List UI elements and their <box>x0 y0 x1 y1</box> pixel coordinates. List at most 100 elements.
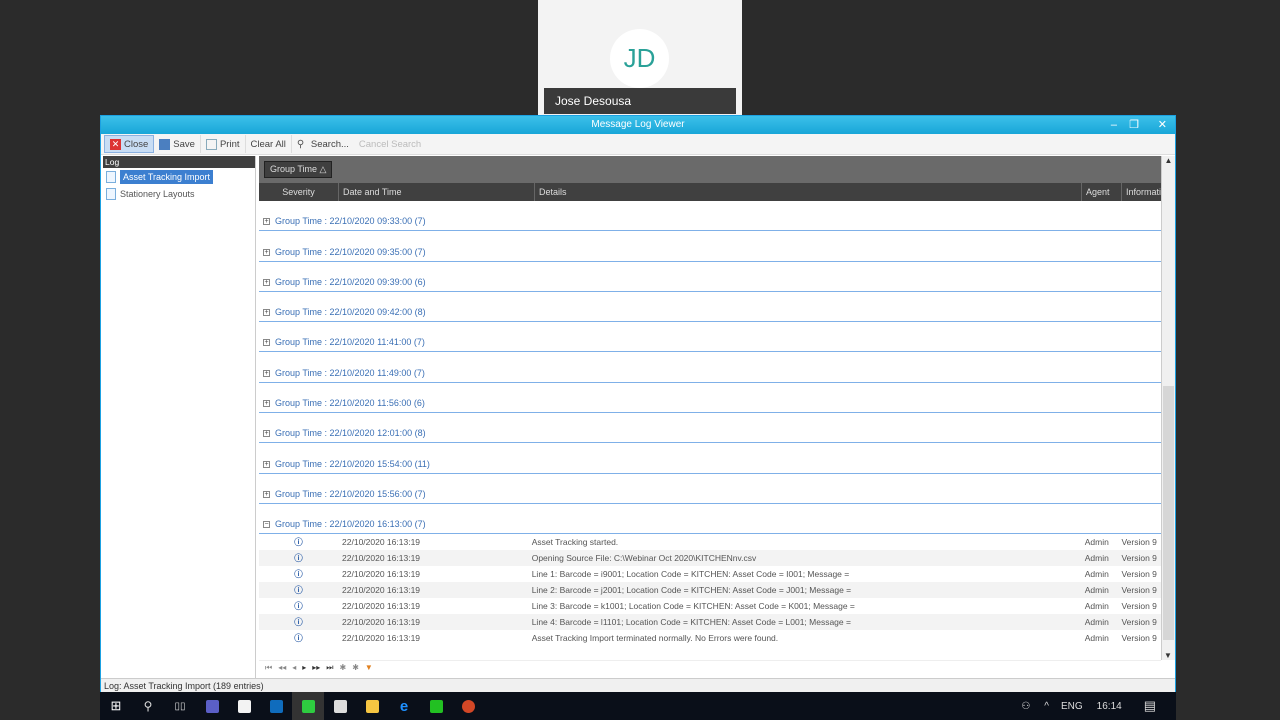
minimize-button[interactable]: – <box>1111 116 1117 134</box>
edge-icon[interactable]: e <box>388 692 420 720</box>
table-row[interactable]: ⓘ 22/10/2020 16:13:19 Asset Tracking start… <box>259 534 1161 550</box>
group-row-label: Group Time : 22/10/2020 09:39:00 (6) <box>275 276 426 287</box>
row-details: Line 2: Barcode = j2001; Location Code =… <box>531 585 852 596</box>
row-details: Asset Tracking started. <box>531 537 619 548</box>
table-row[interactable]: ⓘ 22/10/2020 16:13:19 Line 1: Barcode = i9… <box>259 566 1161 582</box>
search-button[interactable]: ⚲ Search... <box>292 135 354 153</box>
next-page-icon[interactable]: ▸▸ <box>312 663 320 672</box>
expand-icon[interactable]: + <box>263 218 270 226</box>
log-header: Log <box>103 156 255 168</box>
print-label: Print <box>219 138 240 150</box>
app-green-icon[interactable] <box>292 692 324 720</box>
filter-icon[interactable]: ▼ <box>365 663 373 672</box>
restore-button[interactable]: ❐ <box>1129 116 1139 134</box>
col-information[interactable]: Informati <box>1122 183 1161 201</box>
people-icon[interactable]: ⚇ <box>1021 701 1030 712</box>
group-row[interactable]: + Group Time : 22/10/2020 11:56:00 (6) <box>259 383 1161 414</box>
save-button[interactable]: Save <box>154 135 201 153</box>
taskbar: ⊞ ⚲ ▯▯ e ⚇ ^ ENG 16:14 ▤ <box>100 692 1176 720</box>
col-details[interactable]: Details <box>535 183 1082 201</box>
language-indicator[interactable]: ENG <box>1061 701 1083 712</box>
info-icon: ⓘ <box>294 633 303 644</box>
vertical-scrollbar[interactable]: ▲ ▼ <box>1161 156 1175 660</box>
row-info: Version 9 <box>1121 633 1157 644</box>
task-view-icon[interactable]: ▯▯ <box>164 692 196 720</box>
expand-icon[interactable]: + <box>263 490 270 498</box>
row-agent: Admin <box>1084 537 1109 548</box>
prev-page-icon[interactable]: ◂◂ <box>278 663 286 672</box>
group-row[interactable]: + Group Time : 22/10/2020 09:35:00 (7) <box>259 231 1161 262</box>
first-page-icon[interactable]: ⏮ <box>265 663 272 673</box>
scroll-down-icon[interactable]: ▼ <box>1162 651 1174 660</box>
col-date[interactable]: Date and Time <box>339 183 535 201</box>
col-agent[interactable]: Agent <box>1082 183 1122 201</box>
expand-icon[interactable]: + <box>263 460 270 468</box>
notifications-icon[interactable]: ▤ <box>1144 698 1156 714</box>
clear-all-button[interactable]: Clear All <box>246 135 292 153</box>
row-details: Line 1: Barcode = i9001; Location Code =… <box>531 569 850 580</box>
expand-icon[interactable]: + <box>263 309 270 317</box>
next-icon[interactable]: ▸ <box>302 663 306 672</box>
delete-icon[interactable]: ✱ <box>352 663 359 672</box>
group-row[interactable]: + Group Time : 22/10/2020 15:54:00 (11) <box>259 443 1161 474</box>
table-row[interactable]: ⓘ 22/10/2020 16:13:19 Line 4: Barcode = l1… <box>259 614 1161 631</box>
app-green2-icon[interactable] <box>420 692 452 720</box>
expand-icon[interactable]: + <box>263 400 270 408</box>
scroll-up-icon[interactable]: ▲ <box>1162 156 1175 165</box>
table-row[interactable]: ⓘ 22/10/2020 16:13:19 Asset Tracking Impor… <box>259 630 1161 646</box>
table-row[interactable]: ⓘ 22/10/2020 16:13:19 Line 2: Barcode = j2… <box>259 582 1161 599</box>
group-row[interactable]: + Group Time : 22/10/2020 09:42:00 (8) <box>259 292 1161 323</box>
group-row[interactable]: + Group Time : 22/10/2020 11:41:00 (7) <box>259 322 1161 353</box>
group-row[interactable]: + Group Time : 22/10/2020 15:56:00 (7) <box>259 474 1161 504</box>
log-list-panel: Log Asset Tracking Import Stationery Lay… <box>103 156 256 678</box>
expand-icon[interactable]: + <box>263 430 270 438</box>
append-icon[interactable]: ✱ <box>340 663 347 672</box>
expand-icon[interactable]: + <box>263 248 270 256</box>
group-row-label: Group Time : 22/10/2020 15:56:00 (7) <box>275 488 426 499</box>
cancel-search-label: Cancel Search <box>358 138 422 150</box>
status-bar: Log: Asset Tracking Import (189 entries) <box>101 678 1175 692</box>
outlook-icon[interactable] <box>260 692 292 720</box>
cancel-search-button[interactable]: Cancel Search <box>354 135 426 153</box>
prev-icon[interactable]: ◂ <box>292 663 296 672</box>
store-icon[interactable] <box>228 692 260 720</box>
scroll-thumb[interactable] <box>1163 386 1174 640</box>
close-button[interactable]: ✕ Close <box>104 135 155 153</box>
document-icon <box>106 170 116 183</box>
group-row[interactable]: + Group Time : 22/10/2020 11:49:00 (7) <box>259 352 1161 383</box>
participant-name: Jose Desousa <box>544 88 736 114</box>
calculator-icon[interactable] <box>324 692 356 720</box>
row-date: 22/10/2020 16:13:19 <box>342 601 421 612</box>
document-icon <box>106 187 116 200</box>
group-row-label: Group Time : 22/10/2020 16:13:00 (7) <box>275 519 426 530</box>
col-severity[interactable]: Severity <box>259 183 339 201</box>
row-date: 22/10/2020 16:13:19 <box>342 569 421 580</box>
expand-icon[interactable]: + <box>263 278 270 286</box>
info-icon: ⓘ <box>294 617 303 628</box>
search-icon[interactable]: ⚲ <box>132 692 164 720</box>
collapse-icon[interactable]: − <box>263 521 270 529</box>
chevron-up-icon[interactable]: ^ <box>1044 701 1049 712</box>
log-item-asset-tracking-import[interactable]: Asset Tracking Import <box>103 168 255 185</box>
table-row[interactable]: ⓘ 22/10/2020 16:13:19 Opening Source File:… <box>259 550 1161 567</box>
group-row[interactable]: + Group Time : 22/10/2020 09:33:00 (7) <box>259 201 1161 232</box>
table-row[interactable]: ⓘ 22/10/2020 16:13:19 Line 3: Barcode = k1… <box>259 598 1161 614</box>
powerpoint-icon[interactable] <box>452 692 484 720</box>
group-row[interactable]: + Group Time : 22/10/2020 12:01:00 (8) <box>259 413 1161 444</box>
group-chip-group-time[interactable]: Group Time △ <box>264 161 333 178</box>
last-page-icon[interactable]: ⏭ <box>326 663 333 673</box>
row-agent: Admin <box>1084 569 1109 580</box>
start-icon[interactable]: ⊞ <box>100 692 132 720</box>
close-window-button[interactable]: ✕ <box>1158 116 1167 134</box>
expand-icon[interactable]: + <box>263 339 270 347</box>
print-button[interactable]: Print <box>201 135 246 153</box>
expand-icon[interactable]: + <box>263 369 270 377</box>
group-row[interactable]: − Group Time : 22/10/2020 16:13:00 (7) <box>259 504 1161 535</box>
row-details: Opening Source File: C:\Webinar Oct 2020… <box>531 553 757 564</box>
log-item-stationery-layouts[interactable]: Stationery Layouts <box>103 185 255 202</box>
file-explorer-icon[interactable] <box>356 692 388 720</box>
teams-icon[interactable] <box>196 692 228 720</box>
row-info: Version 9 <box>1121 585 1157 596</box>
clock[interactable]: 16:14 <box>1097 701 1122 712</box>
group-row[interactable]: + Group Time : 22/10/2020 09:39:00 (6) <box>259 262 1161 292</box>
